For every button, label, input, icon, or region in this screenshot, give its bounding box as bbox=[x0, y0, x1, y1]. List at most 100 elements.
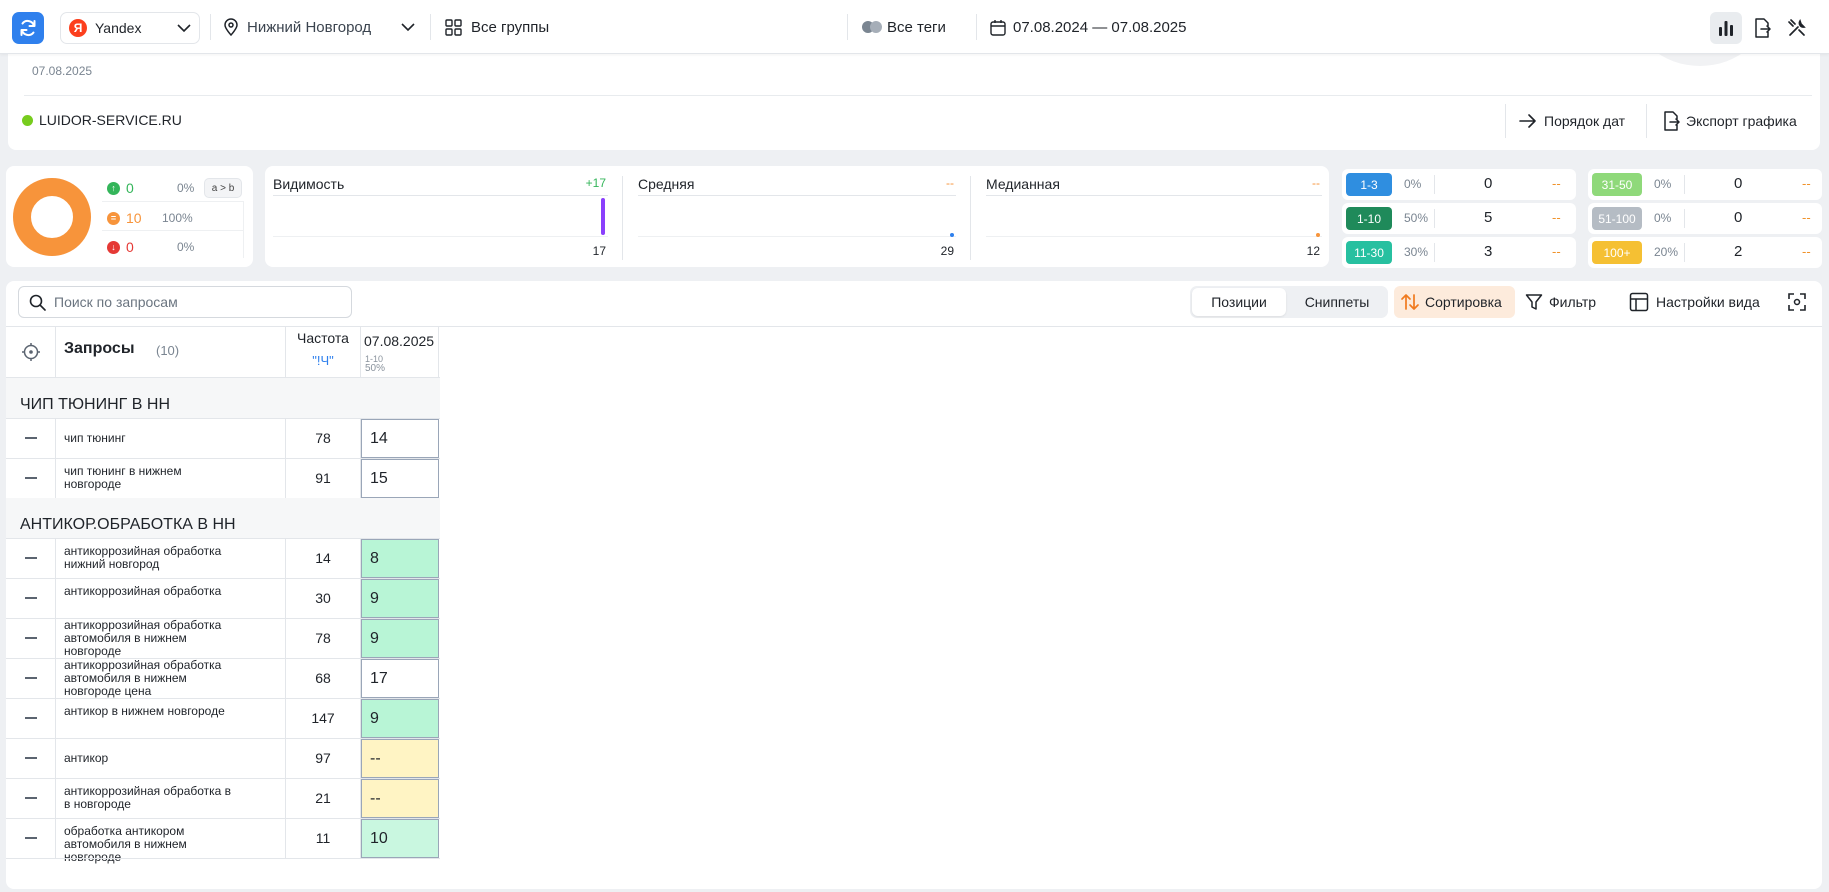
arrow-right-icon bbox=[1519, 114, 1536, 128]
table-row[interactable]: чип тюнинг 78 14 bbox=[6, 418, 440, 458]
metric-visibility: Видимость +17 17 bbox=[273, 166, 608, 267]
tools-button[interactable] bbox=[1781, 12, 1813, 44]
divider bbox=[55, 818, 56, 858]
frequency-type[interactable]: "!Ч" bbox=[286, 353, 360, 368]
target-icon[interactable] bbox=[21, 342, 41, 362]
divider bbox=[55, 698, 56, 738]
query-text[interactable]: антикоррозийная обработка автомобиля в н… bbox=[64, 619, 234, 658]
table-row[interactable]: чип тюнинг в нижнем новгороде 91 15 bbox=[6, 458, 440, 498]
range-row[interactable]: 11-30 30% 3 -- bbox=[1342, 237, 1576, 268]
position-cell[interactable]: 10 bbox=[361, 819, 439, 858]
range-pct: 50% bbox=[1404, 211, 1429, 225]
table-row[interactable]: антикор 97 -- bbox=[6, 738, 440, 778]
query-text[interactable]: чип тюнинг bbox=[64, 432, 234, 445]
range-delta: -- bbox=[1552, 210, 1561, 225]
tab-snippets[interactable]: Сниппеты bbox=[1288, 288, 1386, 316]
collapse-dash-icon[interactable] bbox=[25, 677, 37, 679]
export-icon bbox=[1755, 18, 1771, 38]
range-delta: -- bbox=[1802, 210, 1811, 225]
table-row[interactable]: антикоррозийная обработка нижний новгоро… bbox=[6, 538, 440, 578]
sparkline-baseline bbox=[638, 236, 956, 237]
collapse-dash-icon[interactable] bbox=[25, 757, 37, 759]
collapse-dash-icon[interactable] bbox=[25, 597, 37, 599]
collapse-dash-icon[interactable] bbox=[25, 557, 37, 559]
divider bbox=[1434, 209, 1435, 228]
metric-value: 29 bbox=[940, 244, 954, 258]
fullscreen-button[interactable] bbox=[1783, 286, 1811, 318]
collapse-dash-icon[interactable] bbox=[25, 637, 37, 639]
groups-select[interactable]: Все группы bbox=[445, 0, 549, 54]
position-cell[interactable]: 9 bbox=[361, 619, 439, 658]
frequency-header[interactable]: Частота bbox=[286, 330, 360, 346]
query-text[interactable]: антикор в нижнем новгороде bbox=[64, 705, 234, 718]
position-cell[interactable]: 17 bbox=[361, 659, 439, 698]
date-range-label: 07.08.2024 — 07.08.2025 bbox=[1013, 18, 1187, 36]
range-count: 3 bbox=[1484, 243, 1493, 260]
divider bbox=[210, 14, 211, 40]
divider bbox=[273, 195, 608, 196]
position-cell[interactable]: 14 bbox=[361, 419, 439, 458]
frequency-value: 30 bbox=[315, 590, 331, 606]
sort-button[interactable]: Сортировка bbox=[1394, 286, 1515, 318]
query-text[interactable]: антикор bbox=[64, 752, 234, 765]
collapse-dash-icon[interactable] bbox=[25, 437, 37, 439]
date-order-button[interactable]: Порядок дат bbox=[1518, 105, 1625, 137]
refresh-button[interactable] bbox=[12, 12, 44, 44]
chart-view-button[interactable] bbox=[1710, 12, 1742, 44]
range-count: 5 bbox=[1484, 209, 1493, 226]
position-cell[interactable]: 15 bbox=[361, 459, 439, 498]
position-cell[interactable]: -- bbox=[361, 779, 439, 818]
export-icon bbox=[1664, 111, 1680, 131]
search-input[interactable]: Поиск по запросам bbox=[18, 286, 352, 318]
range-pct: 0% bbox=[1404, 177, 1422, 191]
position-cell[interactable]: 9 bbox=[361, 579, 439, 618]
filter-button[interactable]: Фильтр bbox=[1525, 286, 1596, 318]
collapse-dash-icon[interactable] bbox=[25, 797, 37, 799]
position-cell[interactable]: 9 bbox=[361, 699, 439, 738]
group-header-row[interactable]: ЧИП ТЮНИНГ В НН bbox=[6, 378, 440, 418]
query-text[interactable]: антикоррозийная обработка в в новгороде bbox=[64, 785, 234, 811]
range-row[interactable]: 100+ 20% 2 -- bbox=[1588, 237, 1822, 268]
query-text[interactable]: антикоррозийная обработка нижний новгоро… bbox=[64, 545, 234, 571]
compare-toggle-button[interactable]: a > b bbox=[204, 178, 242, 198]
group-header-row[interactable]: АНТИКОР.ОБРАБОТКА В НН bbox=[6, 498, 440, 538]
expand-icon bbox=[1788, 293, 1806, 311]
sparkline-point bbox=[950, 233, 954, 237]
export-chart-button[interactable]: Экспорт графика bbox=[1662, 105, 1797, 137]
range-pct: 30% bbox=[1404, 245, 1429, 259]
date-range-picker[interactable]: 07.08.2024 — 07.08.2025 bbox=[990, 0, 1186, 54]
frequency-value: 97 bbox=[315, 750, 331, 766]
view-settings-button[interactable]: Настройки вида bbox=[1629, 286, 1760, 318]
tab-positions[interactable]: Позиции bbox=[1192, 288, 1286, 316]
query-text[interactable]: антикоррозийная обработка bbox=[64, 585, 234, 598]
position-cell[interactable]: 8 bbox=[361, 539, 439, 578]
table-row[interactable]: антикоррозийная обработка автомобиля в н… bbox=[6, 658, 440, 698]
query-text[interactable]: чип тюнинг в нижнем новгороде bbox=[64, 465, 234, 491]
region-select[interactable]: Нижний Новгород bbox=[223, 0, 415, 54]
table-row[interactable]: антикоррозийная обработка 30 9 bbox=[6, 578, 440, 618]
position-cell[interactable]: -- bbox=[361, 739, 439, 778]
export-button[interactable] bbox=[1746, 12, 1778, 44]
view-tabs: Позиции Сниппеты bbox=[1190, 286, 1388, 318]
positions-donut-chart bbox=[13, 178, 91, 256]
site-label[interactable]: LUIDOR-SERVICE.RU bbox=[22, 112, 182, 128]
range-row[interactable]: 51-100 0% 0 -- bbox=[1588, 203, 1822, 234]
query-text[interactable]: антикоррозийная обработка автомобиля в н… bbox=[64, 659, 234, 698]
tags-select[interactable]: Все теги bbox=[861, 0, 946, 54]
table-row[interactable]: антикоррозийная обработка автомобиля в н… bbox=[6, 618, 440, 658]
collapse-dash-icon[interactable] bbox=[25, 837, 37, 839]
metric-delta: +17 bbox=[585, 176, 606, 190]
date-column-header[interactable]: 07.08.2025 bbox=[364, 333, 434, 349]
table-row[interactable]: антикор в нижнем новгороде 147 9 bbox=[6, 698, 440, 738]
search-engine-select[interactable]: Я Yandex bbox=[60, 12, 200, 44]
collapse-dash-icon[interactable] bbox=[25, 477, 37, 479]
table-row[interactable]: антикоррозийная обработка в в новгороде … bbox=[6, 778, 440, 818]
table-row[interactable]: обработка антикором автомобиля в нижнем … bbox=[6, 818, 440, 864]
range-row[interactable]: 1-10 50% 5 -- bbox=[1342, 203, 1576, 234]
range-delta: -- bbox=[1802, 176, 1811, 191]
collapse-dash-icon[interactable] bbox=[25, 717, 37, 719]
range-row[interactable]: 1-3 0% 0 -- bbox=[1342, 169, 1576, 200]
chevron-down-icon bbox=[177, 24, 191, 33]
group-title: АНТИКОР.ОБРАБОТКА В НН bbox=[20, 516, 236, 533]
range-row[interactable]: 31-50 0% 0 -- bbox=[1588, 169, 1822, 200]
